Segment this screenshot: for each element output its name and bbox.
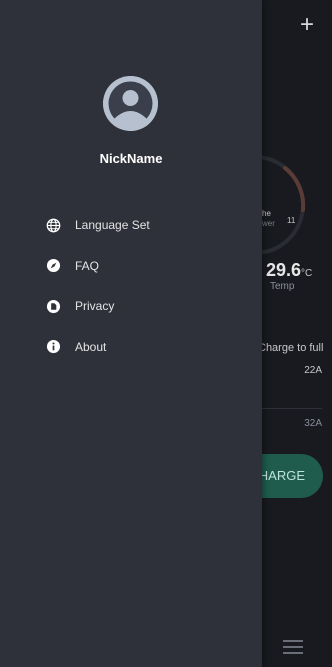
drawer-menu: Language Set FAQ Privacy About [0, 205, 262, 367]
gauge-text-fragment: wer [262, 219, 275, 228]
info-icon [46, 339, 61, 354]
menu-item-privacy[interactable]: Privacy [0, 286, 262, 327]
compass-icon [46, 258, 61, 273]
menu-item-language-set[interactable]: Language Set [0, 205, 262, 246]
current-max-value: 32A [304, 418, 322, 429]
charge-to-full-label: Charge to full [258, 342, 324, 354]
hamburger-menu-icon[interactable] [283, 640, 303, 654]
temperature-unit: °C [301, 268, 313, 279]
gauge-text-fragment: 11 [287, 216, 296, 225]
user-icon [103, 76, 158, 131]
app-screen: + s he wer 11 29.6°C Temp Charge to full… [0, 0, 332, 667]
add-button[interactable]: + [296, 13, 318, 37]
menu-item-about[interactable]: About [0, 327, 262, 368]
temperature-value: 29.6°C [266, 260, 312, 281]
menu-item-label: Language Set [75, 218, 150, 233]
menu-item-label: About [75, 339, 107, 354]
menu-item-faq[interactable]: FAQ [0, 246, 262, 287]
user-nickname[interactable]: NickName [0, 151, 262, 166]
temperature-number: 29.6 [266, 260, 302, 280]
globe-icon [46, 218, 61, 233]
gauge-text-fragment: he [262, 209, 271, 218]
privacy-icon [46, 299, 61, 314]
current-slider-track[interactable] [262, 408, 322, 409]
avatar[interactable] [103, 76, 158, 131]
menu-item-label: Privacy [75, 299, 115, 314]
temperature-label: Temp [270, 281, 295, 292]
side-drawer: NickName Language Set FAQ Privacy About [0, 0, 262, 667]
menu-item-label: FAQ [75, 258, 100, 273]
current-value: 22A [304, 365, 322, 376]
